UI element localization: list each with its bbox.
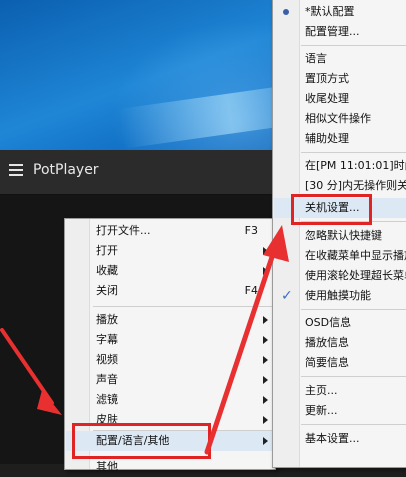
annotation-arrows (0, 225, 289, 455)
arrow-to-config-item (0, 328, 62, 415)
arrow-to-shutdown-settings (204, 225, 289, 455)
